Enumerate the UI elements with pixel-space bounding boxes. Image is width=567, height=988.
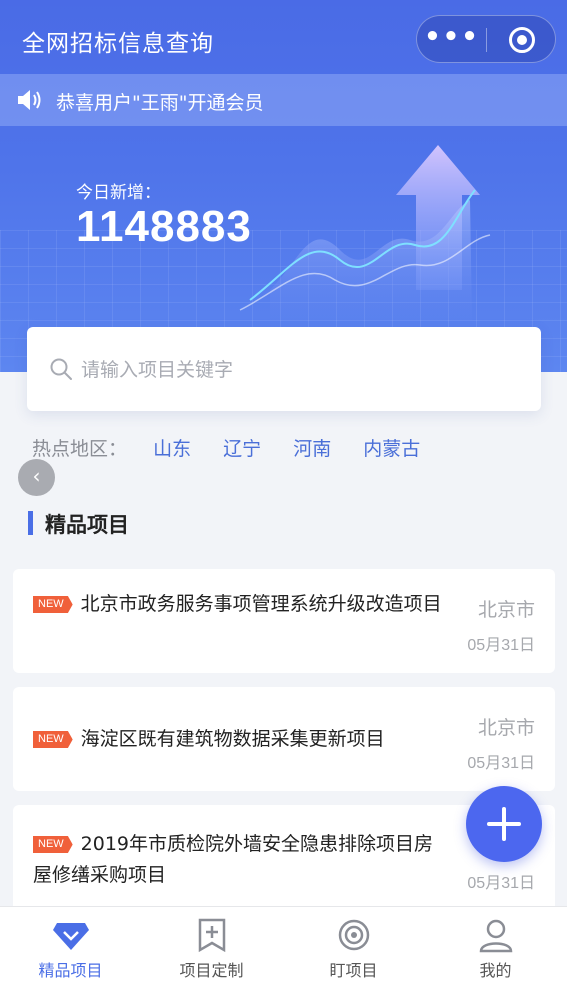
- tab-watch-projects[interactable]: 盯项目: [283, 907, 424, 988]
- title-bar: 全网招标信息查询 •••: [0, 0, 567, 76]
- project-city: 北京市: [477, 717, 535, 739]
- diamond-icon: [53, 923, 89, 950]
- target-icon: [338, 919, 370, 951]
- today-new-label: 今日新增：: [76, 183, 161, 203]
- notice-bar: 恭喜用户"王雨"开通会员: [0, 74, 567, 126]
- hot-region-shandong[interactable]: 山东: [153, 438, 191, 460]
- new-badge: NEW: [33, 836, 73, 853]
- chevron-left-icon: ‹: [32, 464, 41, 488]
- project-title: 海淀区既有建筑物数据采集更新项目: [80, 728, 385, 750]
- close-target-icon[interactable]: [509, 27, 535, 53]
- project-date: 05月31日: [467, 637, 535, 654]
- hot-region-neimenggu[interactable]: 内蒙古: [363, 438, 420, 460]
- new-badge: NEW: [33, 731, 73, 748]
- project-card[interactable]: NEW 海淀区既有建筑物数据采集更新项目 北京市 05月31日: [13, 687, 555, 791]
- tab-label: 盯项目: [329, 961, 378, 980]
- bottom-tab-bar: 精品项目 项目定制 盯项目 我的: [0, 906, 567, 988]
- hot-regions-label: 热点地区：: [32, 438, 128, 460]
- project-card[interactable]: NEW 北京市政务服务事项管理系统升级改造项目 北京市 05月31日: [13, 569, 555, 673]
- notice-text: 恭喜用户"王雨"开通会员: [56, 92, 264, 114]
- user-icon: [479, 919, 513, 953]
- add-fab-button[interactable]: [466, 786, 542, 862]
- project-title: 北京市政务服务事项管理系统升级改造项目: [80, 593, 442, 615]
- tab-label: 项目定制: [179, 961, 244, 980]
- hot-region-henan[interactable]: 河南: [293, 438, 331, 460]
- tab-featured-projects[interactable]: 精品项目: [0, 907, 141, 988]
- project-title-block: NEW 海淀区既有建筑物数据采集更新项目: [33, 724, 443, 755]
- search-icon: [50, 358, 72, 380]
- today-new-count: 1148883: [76, 202, 252, 251]
- tab-custom-projects[interactable]: 项目定制: [141, 907, 282, 988]
- section-title: 精品项目: [45, 513, 129, 537]
- back-button[interactable]: ‹: [18, 459, 55, 496]
- project-title-block: NEW 北京市政务服务事项管理系统升级改造项目: [33, 589, 443, 620]
- tab-label: 我的: [479, 961, 512, 980]
- growth-chart-illustration: [239, 145, 491, 320]
- bookmark-plus-icon: [198, 918, 226, 953]
- search-input[interactable]: [81, 353, 501, 387]
- speaker-icon: [18, 90, 41, 110]
- project-date: 05月31日: [467, 755, 535, 772]
- section-accent-bar: [28, 511, 33, 535]
- project-title: 2019年市质检院外墙安全隐患排除项目房屋修缮采购项目: [33, 833, 434, 886]
- hero-banner: 全网招标信息查询 ••• 恭喜用户"王雨"开通会员 今日新增： 1148883: [0, 0, 567, 372]
- more-menu-button[interactable]: •••: [417, 16, 487, 64]
- hot-regions: 热点地区： 山东 辽宁 河南 内蒙古: [32, 434, 446, 462]
- search-card: [27, 327, 541, 411]
- mini-program-capsule: •••: [416, 15, 556, 63]
- new-badge: NEW: [33, 596, 73, 613]
- hot-region-liaoning[interactable]: 辽宁: [223, 438, 261, 460]
- project-date: 05月31日: [467, 875, 535, 892]
- app-title: 全网招标信息查询: [22, 31, 214, 57]
- tab-label: 精品项目: [38, 961, 103, 980]
- capsule-divider: [486, 28, 487, 52]
- project-title-block: NEW 2019年市质检院外墙安全隐患排除项目房屋修缮采购项目: [33, 829, 443, 891]
- project-city: 北京市: [477, 599, 535, 621]
- tab-mine[interactable]: 我的: [425, 907, 566, 988]
